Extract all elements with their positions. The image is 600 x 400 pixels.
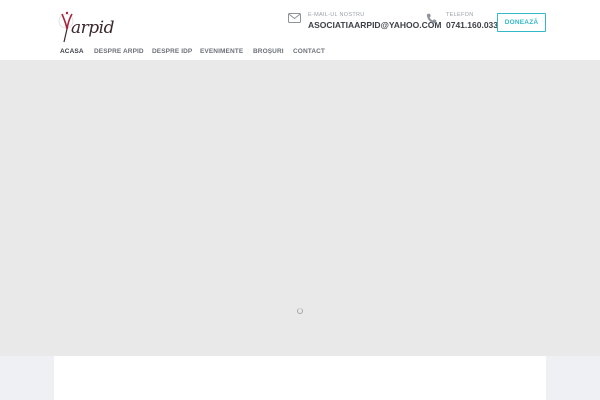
nav-item-contact[interactable]: CONTACT bbox=[293, 48, 325, 55]
site-header: arpid E-MAIL-UL NOSTRU ASOCIATIAARPID@YA… bbox=[0, 0, 600, 60]
content-card bbox=[54, 356, 546, 400]
email-label: E-MAIL-UL NOSTRU bbox=[308, 12, 365, 18]
spinner-icon bbox=[297, 308, 303, 314]
nav-item-despre-arpid[interactable]: DESPRE ARPID bbox=[94, 48, 144, 55]
phone-contact[interactable]: TELEFON 0741.160.033 bbox=[426, 12, 498, 34]
logo-text: arpid bbox=[71, 18, 114, 38]
phone-value[interactable]: 0741.160.033 bbox=[446, 20, 498, 30]
main-nav: ACASA DESPRE ARPID DESPRE IDP EVENIMENTE… bbox=[0, 44, 600, 60]
donate-button[interactable]: DONEAZĂ bbox=[497, 13, 546, 32]
envelope-icon bbox=[288, 13, 301, 23]
nav-item-brosuri[interactable]: BROȘURI bbox=[253, 48, 284, 55]
site-logo[interactable]: arpid bbox=[54, 9, 114, 45]
phone-label: TELEFON bbox=[446, 12, 474, 18]
nav-item-despre-idp[interactable]: DESPRE IDP bbox=[152, 48, 192, 55]
nav-item-evenimente[interactable]: EVENIMENTE bbox=[200, 48, 243, 55]
nav-item-acasa[interactable]: ACASA bbox=[60, 48, 84, 55]
email-value[interactable]: ASOCIATIAARPID@YAHOO.COM bbox=[308, 20, 441, 30]
email-contact[interactable]: E-MAIL-UL NOSTRU ASOCIATIAARPID@YAHOO.CO… bbox=[288, 12, 441, 34]
phone-icon bbox=[426, 13, 437, 24]
content-area bbox=[0, 356, 600, 400]
